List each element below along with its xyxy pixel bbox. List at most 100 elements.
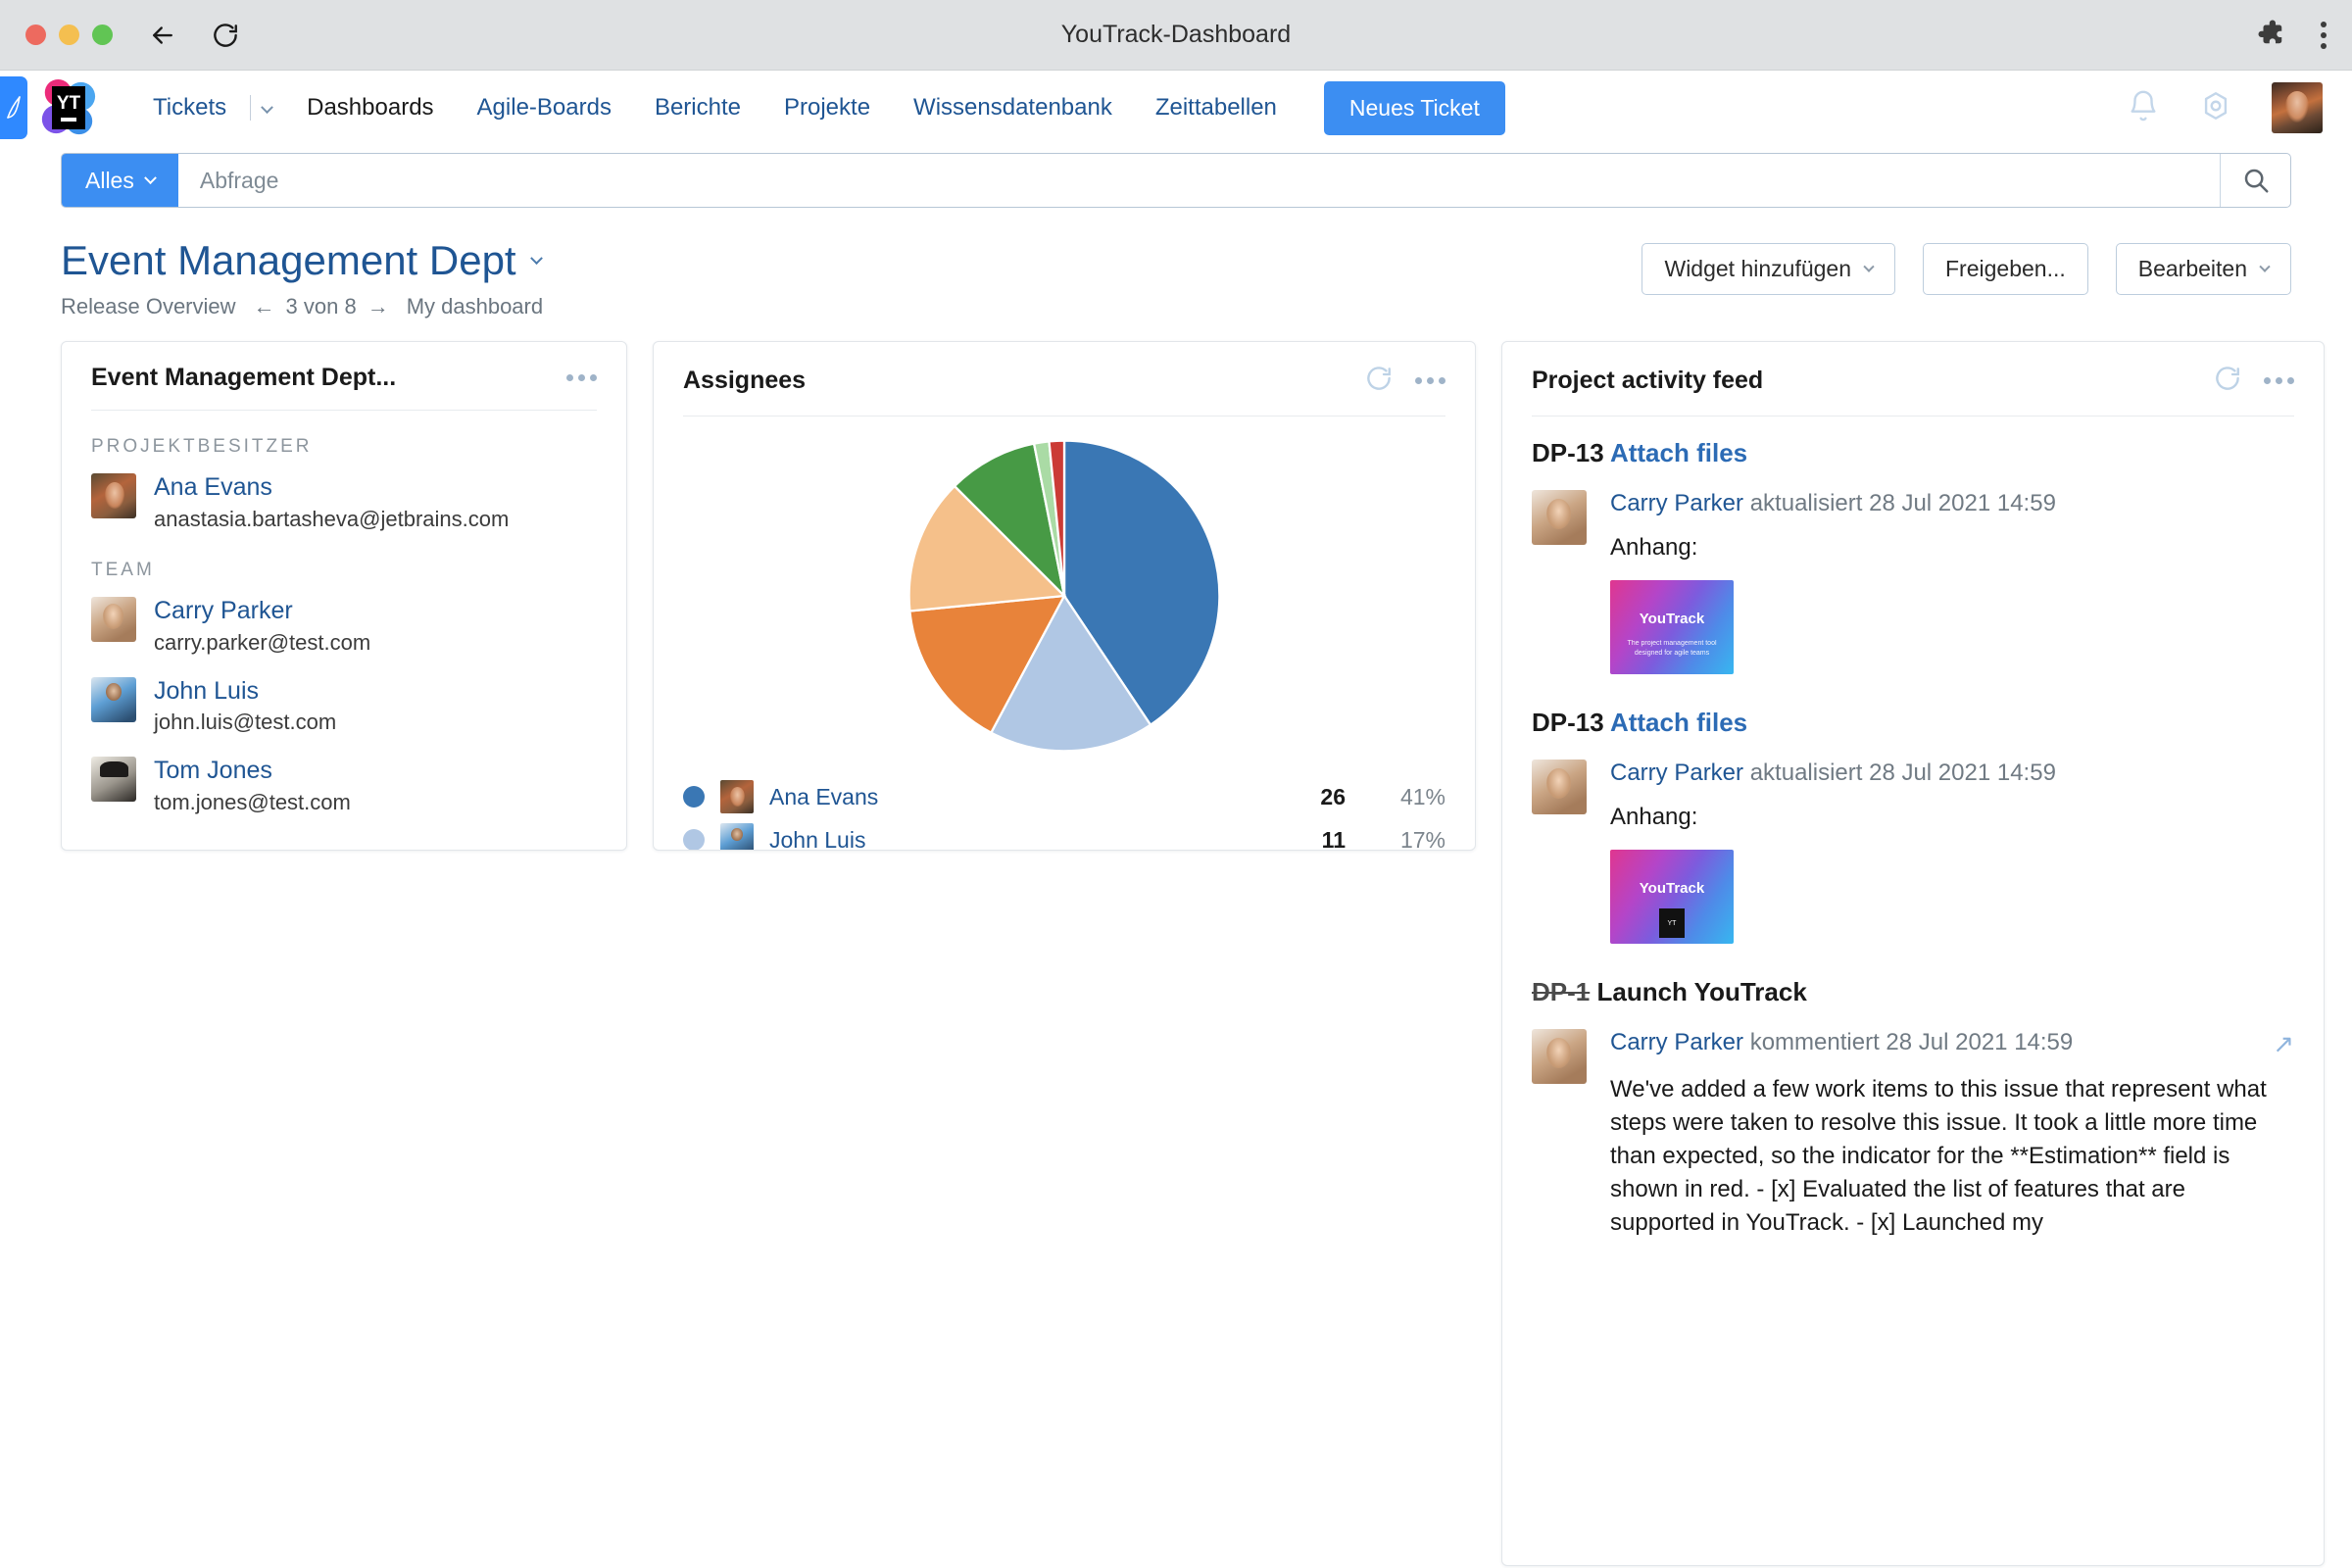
legend-item[interactable]: John Luis 11 17% — [683, 818, 1446, 851]
dashboard-widget-grid: Event Management Dept... PROJEKTBESITZER… — [0, 319, 2352, 1568]
issue-id[interactable]: DP-13 — [1532, 708, 1604, 737]
avatar — [1532, 1029, 1587, 1085]
avatar — [91, 676, 136, 722]
page-title: Event Management Dept — [61, 237, 516, 283]
more-options-icon[interactable] — [566, 374, 597, 381]
pager-position: 3 von 8 — [285, 294, 357, 318]
thumbnail-title: YouTrack — [1639, 879, 1705, 897]
member-name[interactable]: John Luis — [154, 677, 336, 706]
attachment-thumbnail[interactable]: YouTrack The project management tool des… — [1610, 580, 1734, 675]
owner-email: anastasia.bartasheva@jetbrains.com — [154, 506, 510, 531]
thumbnail-title: YouTrack — [1639, 610, 1705, 627]
pager-prev-icon[interactable]: ← — [254, 294, 275, 319]
dashboard-breadcrumb: Release Overview ← 3 von 8 → My dashboar… — [61, 294, 543, 319]
search-input[interactable] — [177, 154, 2220, 207]
team-member: John Luis john.luis@test.com — [91, 676, 597, 736]
pager-next-icon[interactable]: → — [368, 294, 389, 319]
avatar — [91, 757, 136, 803]
legend-swatch — [683, 786, 705, 808]
member-name[interactable]: Tom Jones — [154, 757, 351, 785]
activity-item: DP-13 Attach files Carry Parker aktualis… — [1532, 708, 2294, 945]
activity-meta: Carry Parker aktualisiert 28 Jul 2021 14… — [1610, 490, 2294, 517]
nav-item-tickets[interactable]: Tickets — [131, 94, 248, 122]
issue-id[interactable]: DP-1 — [1532, 977, 1590, 1006]
share-button[interactable]: Freigeben... — [1923, 243, 2088, 295]
avatar — [1532, 490, 1587, 545]
activity-issue-title: DP-1 Launch YouTrack — [1532, 977, 2294, 1007]
nav-item-berichte[interactable]: Berichte — [633, 94, 762, 122]
widget-activity-feed: Project activity feed DP-13 Attach files — [1501, 341, 2325, 1566]
activity-action: aktualisiert — [1749, 490, 1863, 516]
jetbrains-strip-icon[interactable] — [0, 76, 27, 139]
project-owner: Ana Evans anastasia.bartasheva@jetbrains… — [91, 473, 597, 532]
close-window-button[interactable] — [25, 24, 46, 45]
project-owner-label: PROJEKTBESITZER — [91, 436, 313, 457]
pie-chart-svg[interactable] — [903, 434, 1226, 758]
puzzle-piece-icon[interactable] — [2256, 18, 2285, 52]
legend-label[interactable]: John Luis — [769, 827, 865, 851]
legend-label[interactable]: Ana Evans — [769, 784, 878, 810]
avatar — [720, 780, 754, 813]
refresh-icon[interactable] — [2213, 364, 2242, 398]
issue-summary[interactable]: Attach files — [1610, 438, 1747, 467]
open-issue-external-icon[interactable]: ↗ — [2273, 1029, 2294, 1059]
breadcrumb-prev-dashboard[interactable]: Release Overview — [61, 294, 236, 319]
pie-chart — [683, 426, 1446, 775]
nav-item-projekte[interactable]: Projekte — [762, 94, 892, 122]
widget-assignees: Assignees Ana Evans2641%John Luis1117%To… — [653, 341, 1476, 851]
activity-author[interactable]: Carry Parker — [1610, 490, 1743, 516]
more-options-icon[interactable] — [1415, 377, 1446, 384]
search-scope-selector[interactable]: Alles — [62, 154, 178, 207]
window-traffic-lights[interactable] — [25, 24, 113, 45]
dashboard-title-selector[interactable]: Event Management Dept — [61, 237, 543, 284]
settings-gear-icon[interactable] — [2199, 89, 2232, 127]
legend-count: 11 — [1321, 826, 1346, 851]
kebab-menu-icon[interactable] — [2321, 21, 2327, 49]
member-email: john.luis@test.com — [154, 710, 337, 735]
add-widget-button[interactable]: Widget hinzufügen — [1642, 243, 1895, 295]
more-options-icon[interactable] — [2264, 377, 2294, 384]
edit-label: Bearbeiten — [2137, 256, 2247, 281]
reload-icon[interactable] — [209, 19, 242, 52]
activity-body-label: Anhang: — [1610, 804, 1698, 831]
legend-item[interactable]: Ana Evans 26 41% — [683, 775, 1446, 818]
widget-project-info: Event Management Dept... PROJEKTBESITZER… — [61, 341, 627, 851]
nav-item-wissensdatenbank[interactable]: Wissensdatenbank — [892, 94, 1134, 122]
legend-percent: 41% — [1399, 783, 1446, 809]
issue-id[interactable]: DP-13 — [1532, 438, 1604, 467]
issue-summary[interactable]: Launch YouTrack — [1596, 977, 1806, 1006]
user-avatar[interactable] — [2272, 82, 2323, 133]
member-email: tom.jones@test.com — [154, 790, 351, 814]
widget-title: Event Management Dept... — [91, 364, 397, 391]
activity-item: DP-1 Launch YouTrack Carry Parker kommen… — [1532, 977, 2294, 1240]
nav-item-agile-boards[interactable]: Agile-Boards — [456, 94, 633, 122]
search-submit-button[interactable] — [2220, 154, 2290, 207]
notification-bell-icon[interactable] — [2127, 89, 2160, 127]
widget-title: Project activity feed — [1532, 367, 1764, 394]
nav-tickets-dropdown[interactable] — [253, 94, 285, 122]
issue-summary[interactable]: Attach files — [1610, 708, 1747, 737]
widget-title: Assignees — [683, 367, 807, 394]
owner-name[interactable]: Ana Evans — [154, 473, 509, 502]
back-arrow-icon[interactable] — [146, 19, 179, 52]
nav-item-zeittabellen[interactable]: Zeittabellen — [1134, 94, 1298, 122]
nav-divider — [250, 95, 252, 121]
breadcrumb-next-dashboard[interactable]: My dashboard — [407, 294, 543, 319]
edit-button[interactable]: Bearbeiten — [2115, 243, 2291, 295]
activity-comment: We've added a few work items to this iss… — [1610, 1076, 2267, 1237]
attachment-thumbnail[interactable]: YouTrack YT — [1610, 850, 1734, 945]
chevron-down-icon — [1863, 261, 1875, 272]
maximize-window-button[interactable] — [92, 24, 113, 45]
activity-author[interactable]: Carry Parker — [1610, 760, 1743, 786]
youtrack-logo[interactable]: YT — [37, 77, 98, 138]
refresh-icon[interactable] — [1364, 364, 1394, 398]
activity-author[interactable]: Carry Parker — [1610, 1029, 1743, 1055]
avatar — [91, 596, 136, 642]
activity-issue-title: DP-13 Attach files — [1532, 708, 2294, 738]
legend-swatch — [683, 829, 705, 850]
new-ticket-button[interactable]: Neues Ticket — [1323, 80, 1505, 135]
nav-item-dashboards[interactable]: Dashboards — [285, 94, 455, 122]
legend-percent: 17% — [1399, 826, 1446, 851]
member-name[interactable]: Carry Parker — [154, 597, 370, 625]
minimize-window-button[interactable] — [59, 24, 79, 45]
